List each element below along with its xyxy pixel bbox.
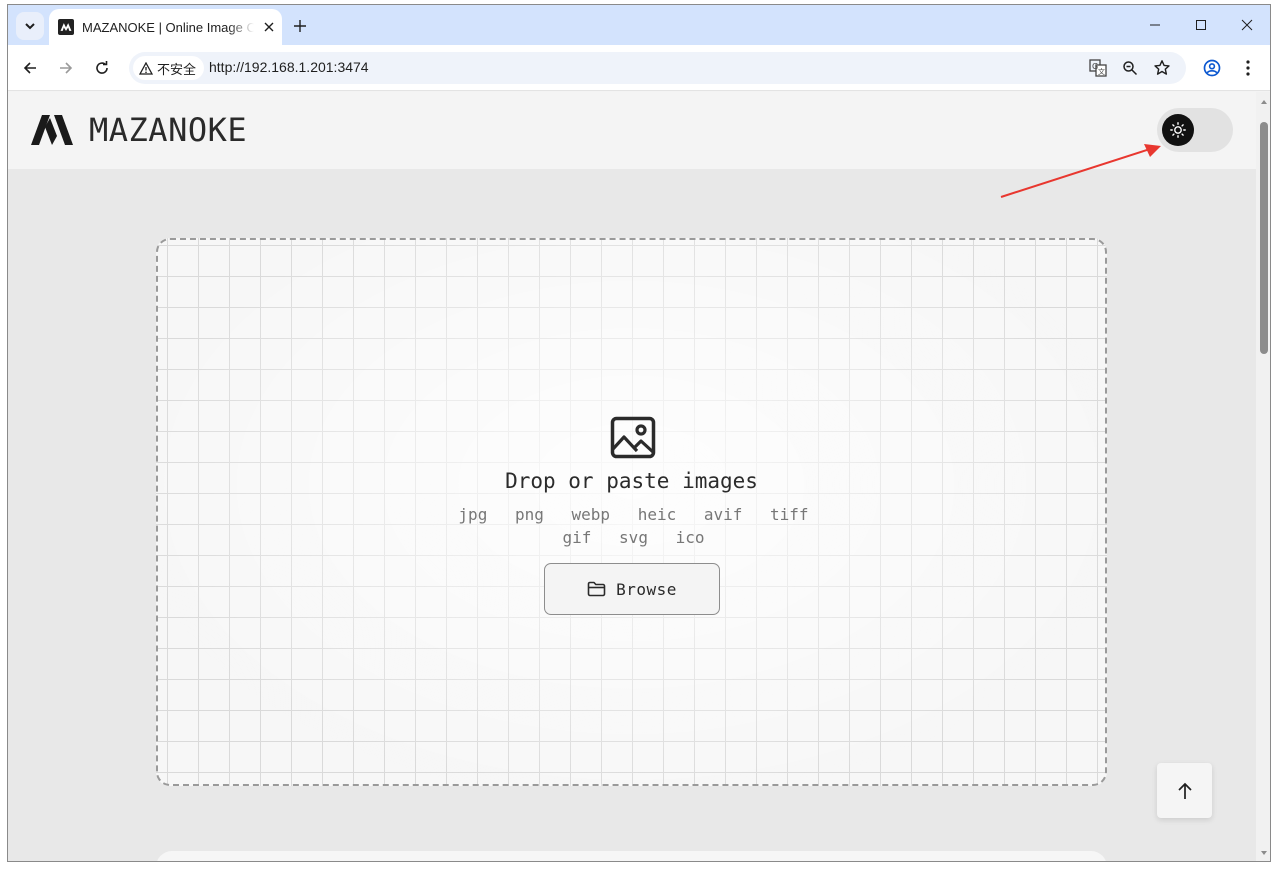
sun-icon bbox=[1170, 122, 1186, 138]
browser-tab[interactable]: MAZANOKE | Online Image Converter bbox=[49, 9, 282, 45]
format-label: jpg bbox=[458, 505, 488, 524]
brand[interactable]: MAZANOKE bbox=[30, 110, 247, 150]
zoom-icon bbox=[1123, 61, 1138, 76]
back-button[interactable] bbox=[16, 54, 44, 82]
formats-row-1: jpg png webp heic avif tiff bbox=[428, 503, 839, 526]
arrow-up-icon bbox=[1177, 782, 1192, 799]
menu-dots-icon bbox=[1246, 60, 1250, 76]
next-section-card bbox=[156, 851, 1107, 861]
folder-icon bbox=[587, 581, 606, 597]
scroll-down-icon[interactable] bbox=[1260, 849, 1268, 857]
zoom-button[interactable] bbox=[1118, 56, 1142, 80]
page-scrollbar[interactable] bbox=[1256, 92, 1270, 861]
svg-text:文: 文 bbox=[1098, 67, 1105, 76]
formats-row-2: gif svg ico bbox=[428, 526, 839, 549]
forward-arrow-icon bbox=[60, 62, 73, 74]
page-viewport: MAZANOKE Drop or paste images jpg png we… bbox=[8, 92, 1256, 861]
image-dropzone[interactable]: Drop or paste images jpg png webp heic a… bbox=[156, 238, 1107, 786]
back-arrow-icon bbox=[23, 62, 36, 74]
maximize-button[interactable] bbox=[1178, 9, 1224, 41]
profile-icon bbox=[1203, 59, 1221, 77]
minimize-icon bbox=[1150, 24, 1160, 26]
supported-formats: jpg png webp heic avif tiff gif svg ico bbox=[428, 503, 839, 549]
plus-icon bbox=[294, 20, 306, 32]
translate-icon: G文 bbox=[1089, 59, 1107, 77]
profile-button[interactable] bbox=[1198, 54, 1226, 82]
star-icon bbox=[1154, 60, 1170, 75]
brand-name: MAZANOKE bbox=[89, 111, 248, 149]
browse-label: Browse bbox=[616, 579, 677, 599]
dropzone-title: Drop or paste images bbox=[505, 469, 758, 493]
format-label: avif bbox=[703, 505, 743, 524]
dropzone-content: Drop or paste images jpg png webp heic a… bbox=[158, 240, 1105, 784]
mazanoke-logo-icon bbox=[31, 115, 73, 145]
maximize-icon bbox=[1196, 20, 1206, 30]
tab-title: MAZANOKE | Online Image Converter bbox=[82, 19, 254, 35]
security-chip[interactable]: 不安全 bbox=[133, 56, 205, 80]
reload-icon bbox=[96, 61, 108, 74]
warning-icon bbox=[139, 61, 153, 75]
chevron-down-icon bbox=[25, 23, 35, 30]
reload-button[interactable] bbox=[88, 54, 116, 82]
bookmark-button[interactable] bbox=[1150, 56, 1174, 80]
format-label: ico bbox=[675, 528, 705, 547]
address-bar[interactable]: 不安全 http://192.168.1.201:3474 G文 bbox=[129, 52, 1186, 84]
tab-strip: MAZANOKE | Online Image Converter bbox=[8, 5, 1270, 45]
tab-search-button[interactable] bbox=[16, 12, 44, 40]
image-icon bbox=[610, 416, 656, 459]
minimize-button[interactable] bbox=[1132, 9, 1178, 41]
new-tab-button[interactable] bbox=[288, 14, 312, 38]
format-label: heic bbox=[637, 505, 677, 524]
browser-toolbar: 不安全 http://192.168.1.201:3474 G文 bbox=[8, 45, 1270, 91]
menu-button[interactable] bbox=[1234, 54, 1262, 82]
favicon-icon bbox=[58, 19, 74, 35]
close-icon[interactable] bbox=[260, 18, 278, 36]
translate-button[interactable]: G文 bbox=[1086, 56, 1110, 80]
browse-button[interactable]: Browse bbox=[544, 563, 720, 615]
format-label: gif bbox=[562, 528, 592, 547]
scroll-up-icon[interactable] bbox=[1260, 98, 1268, 106]
forward-button[interactable] bbox=[52, 54, 80, 82]
format-label: svg bbox=[619, 528, 648, 547]
format-label: png bbox=[514, 505, 544, 524]
annotation-arrow bbox=[1000, 144, 1161, 198]
theme-toggle[interactable] bbox=[1157, 108, 1233, 152]
format-label: webp bbox=[571, 505, 611, 524]
close-window-icon bbox=[1241, 19, 1253, 31]
close-window-button[interactable] bbox=[1224, 9, 1270, 41]
url-text[interactable]: http://192.168.1.201:3474 bbox=[209, 59, 369, 75]
scrollbar-thumb[interactable] bbox=[1260, 122, 1268, 354]
format-label: tiff bbox=[770, 505, 809, 524]
browser-window: MAZANOKE | Online Image Converter bbox=[7, 4, 1271, 862]
security-label: 不安全 bbox=[157, 61, 197, 77]
scroll-to-top-button[interactable] bbox=[1157, 763, 1212, 818]
